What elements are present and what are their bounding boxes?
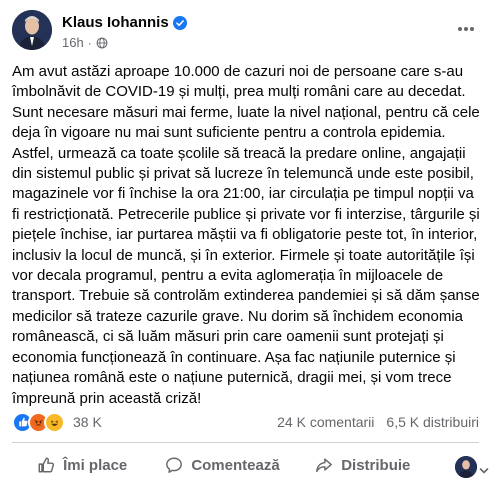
engagement-counts: 24 K comentarii 6,5 K distribuiri xyxy=(277,414,479,430)
chevron-down-icon[interactable] xyxy=(479,466,489,476)
reactions-summary[interactable]: 38 K xyxy=(12,411,102,433)
comment-button[interactable]: Comentează xyxy=(152,447,292,483)
share-arrow-icon xyxy=(316,458,333,473)
post-actions: Îmi place Comentează Distribuie xyxy=(12,446,479,484)
verified-badge-icon xyxy=(172,15,187,30)
comments-count[interactable]: 24 K comentarii xyxy=(277,414,374,430)
facebook-post: Klaus Iohannis 16h · Am avut astăzi apro… xyxy=(0,0,491,487)
post-stats: 38 K 24 K comentarii 6,5 K distribuiri xyxy=(12,411,479,433)
post-timestamp[interactable]: 16h xyxy=(62,35,84,50)
haha-reaction-icon xyxy=(44,411,65,433)
more-options-icon[interactable] xyxy=(457,20,475,32)
thumbs-up-icon xyxy=(38,457,55,473)
author-avatar[interactable] xyxy=(12,10,52,50)
author-name[interactable]: Klaus Iohannis xyxy=(62,14,169,31)
meta-separator: · xyxy=(87,35,92,50)
post-header: Klaus Iohannis 16h · xyxy=(12,10,479,56)
actions-divider xyxy=(12,442,479,443)
globe-icon xyxy=(96,37,108,48)
share-button[interactable]: Distribuie xyxy=(293,447,433,483)
page-selector-avatar[interactable] xyxy=(455,456,477,478)
like-button-label: Îmi place xyxy=(63,456,128,474)
post-meta: 16h · xyxy=(62,35,108,50)
comment-button-label: Comentează xyxy=(191,456,280,474)
shares-count[interactable]: 6,5 K distribuiri xyxy=(386,414,479,430)
like-button[interactable]: Îmi place xyxy=(12,447,152,483)
post-body: Am avut astăzi aproape 10.000 de cazuri … xyxy=(12,63,480,407)
comment-bubble-icon xyxy=(166,457,183,473)
reactions-count: 38 K xyxy=(73,414,102,430)
author-name-row: Klaus Iohannis xyxy=(62,14,187,31)
share-button-label: Distribuie xyxy=(341,456,411,474)
